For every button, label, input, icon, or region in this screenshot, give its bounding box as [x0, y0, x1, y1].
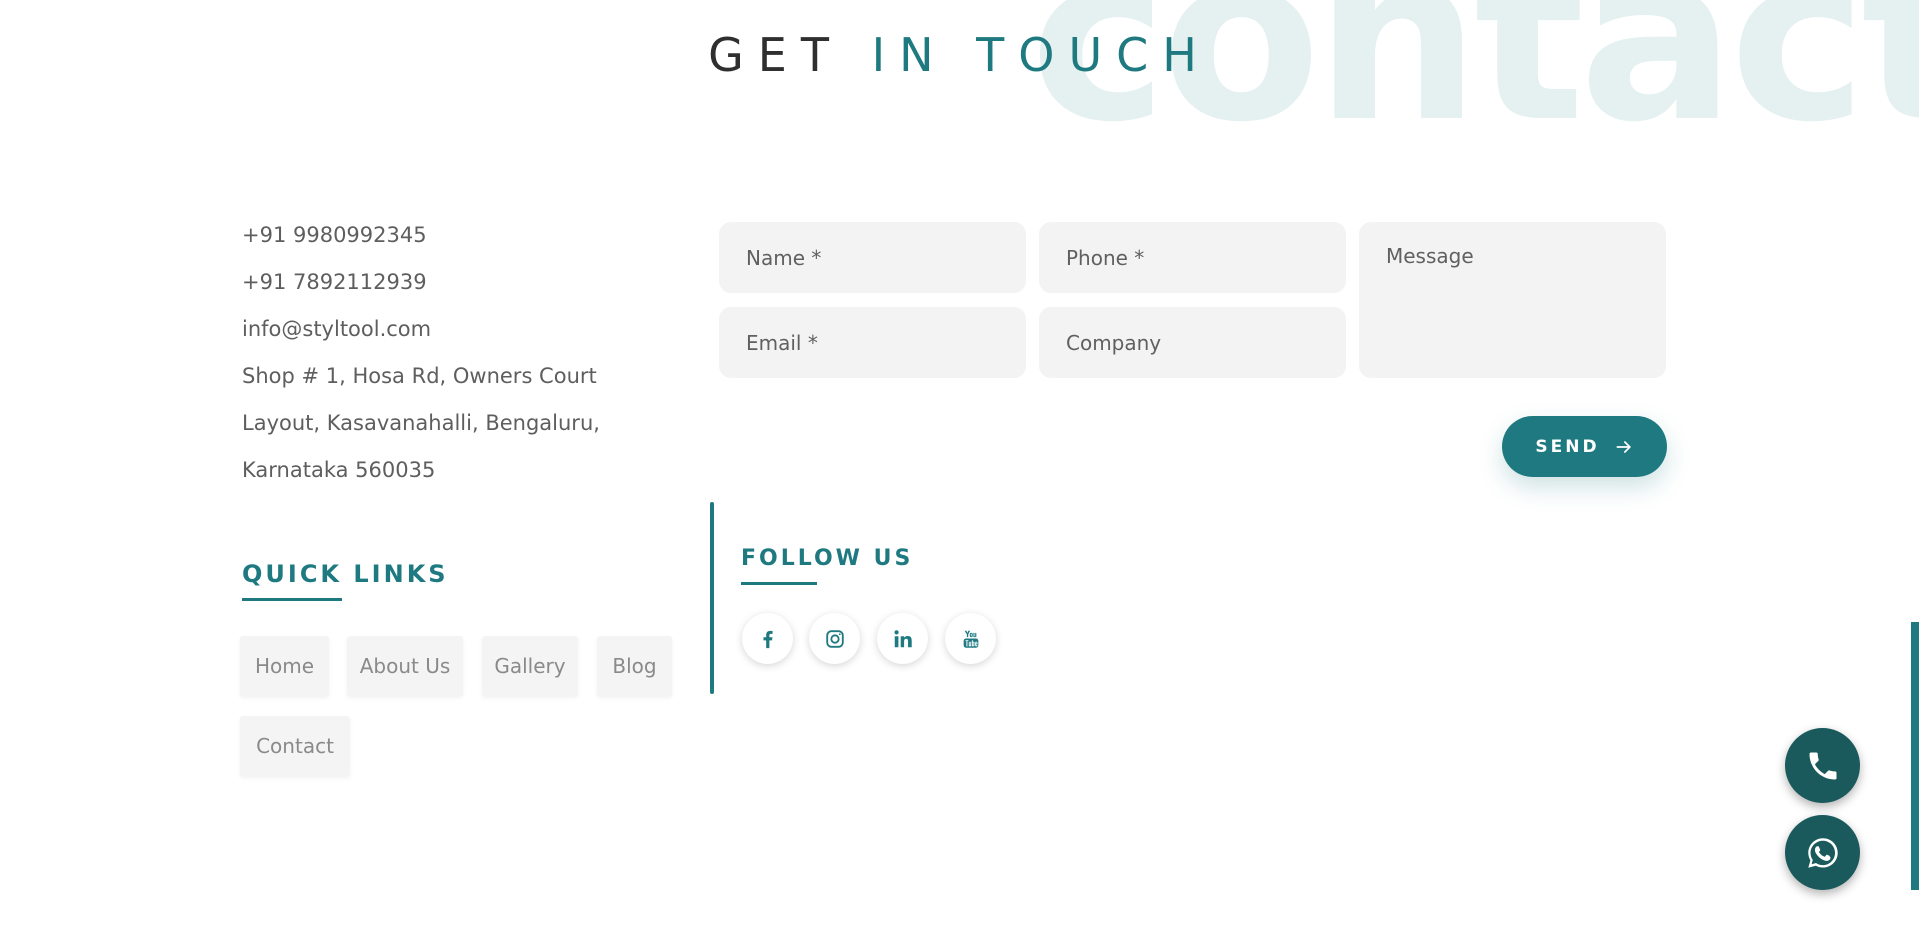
contact-section: contacts GET IN TOUCH +91 9980992345 +91…	[0, 0, 1919, 939]
quick-links-title: QUICK LINKS	[242, 560, 449, 588]
follow-us-title: FOLLOW US	[741, 546, 914, 571]
send-button-label: SEND	[1535, 436, 1600, 457]
follow-us-divider	[710, 502, 714, 694]
company-input[interactable]	[1039, 307, 1346, 378]
facebook-link[interactable]	[742, 613, 793, 664]
right-edge-bar	[1911, 622, 1919, 890]
phone-number-1[interactable]: +91 9980992345	[242, 212, 662, 259]
contact-info: +91 9980992345 +91 7892112939 info@stylt…	[242, 212, 662, 494]
email-input[interactable]	[719, 307, 1026, 378]
instagram-icon	[825, 629, 844, 648]
heading-get: GET	[708, 28, 872, 82]
email-address[interactable]: info@styltool.com	[242, 306, 662, 353]
floating-whatsapp-button[interactable]	[1785, 815, 1860, 890]
send-button[interactable]: SEND	[1502, 416, 1667, 477]
heading-in-touch: IN TOUCH	[871, 28, 1211, 82]
phone-icon	[1809, 752, 1836, 779]
arrow-right-icon	[1616, 440, 1631, 453]
quick-link-blog[interactable]: Blog	[597, 636, 672, 696]
quick-link-contact[interactable]: Contact	[240, 716, 350, 776]
linkedin-link[interactable]	[877, 613, 928, 664]
floating-call-button[interactable]	[1785, 728, 1860, 803]
address-line-2: Layout, Kasavanahalli, Bengaluru,	[242, 411, 600, 435]
quick-link-gallery[interactable]: Gallery	[482, 636, 578, 696]
message-textarea[interactable]	[1359, 222, 1666, 378]
facebook-icon	[762, 630, 773, 648]
section-heading: GET IN TOUCH	[0, 28, 1919, 82]
quick-links-underline	[242, 598, 342, 601]
whatsapp-icon	[1807, 837, 1838, 868]
quick-link-home[interactable]: Home	[240, 636, 329, 696]
address-line-1: Shop # 1, Hosa Rd, Owners Court	[242, 364, 597, 388]
instagram-link[interactable]	[809, 613, 860, 664]
name-input[interactable]	[719, 222, 1026, 293]
phone-number-2[interactable]: +91 7892112939	[242, 259, 662, 306]
youtube-link[interactable]	[945, 613, 996, 664]
youtube-icon	[963, 630, 978, 648]
address-line-3: Karnataka 560035	[242, 458, 436, 482]
follow-us-underline	[741, 582, 817, 585]
quick-link-about-us[interactable]: About Us	[347, 636, 463, 696]
linkedin-icon	[893, 629, 912, 647]
phone-input[interactable]	[1039, 222, 1346, 293]
